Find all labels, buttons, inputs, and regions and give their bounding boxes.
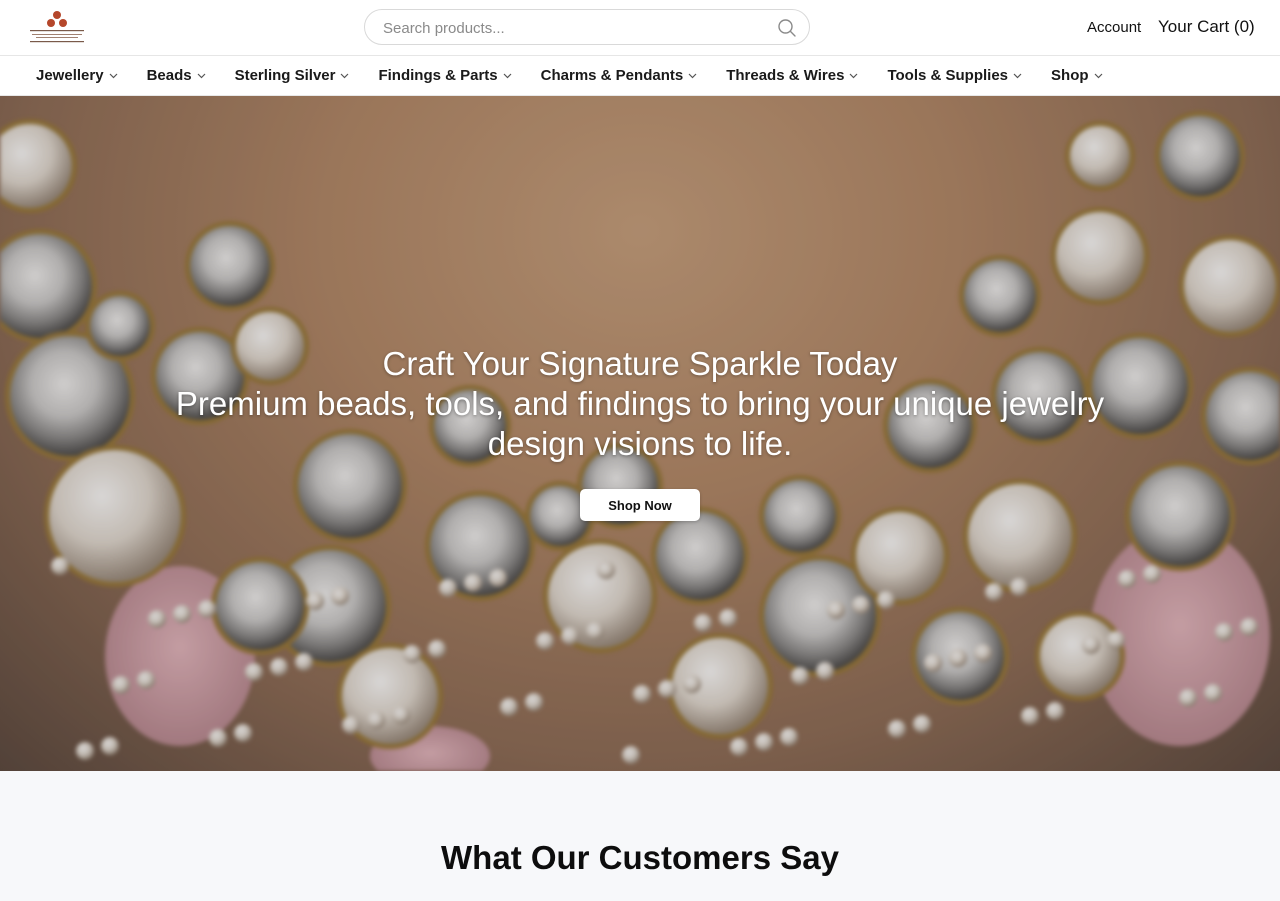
hero-banner: Craft Your Signature Sparkle Today Premi…	[0, 96, 1280, 771]
testimonials-heading: What Our Customers Say	[441, 839, 839, 876]
search-input[interactable]	[381, 10, 765, 46]
cart-link[interactable]: Your Cart (0)	[1158, 17, 1255, 37]
chevron-down-icon	[688, 73, 697, 78]
nav-item-label: Jewellery	[36, 67, 104, 84]
nav-item-threads-wires[interactable]: Threads & Wires	[726, 67, 858, 84]
site-header: Account Your Cart (0)	[0, 0, 1280, 56]
hero-text: Craft Your Signature Sparkle Today Premi…	[0, 344, 1280, 464]
chevron-down-icon	[341, 73, 349, 78]
nav-item-label: Beads	[146, 67, 192, 84]
nav-item-label: Sterling Silver	[234, 67, 336, 84]
chevron-down-icon	[1094, 73, 1102, 78]
chevron-down-icon	[1013, 73, 1022, 78]
main-nav: Jewellery Beads Sterling Silver Findings…	[0, 56, 1280, 96]
nav-item-label: Shop	[1051, 67, 1089, 84]
account-link[interactable]: Account	[1087, 19, 1141, 36]
nav-item-label: Tools & Supplies	[887, 67, 1009, 84]
chevron-down-icon	[197, 73, 206, 78]
search-bar	[364, 9, 810, 46]
hero-subtitle: Premium beads, tools, and findings to br…	[175, 385, 1105, 462]
nav-item-label: Threads & Wires	[726, 67, 845, 84]
nav-item-label: Findings & Parts	[378, 67, 498, 84]
testimonials-section: What Our Customers Say	[0, 771, 1280, 901]
brand-logo[interactable]	[28, 10, 86, 46]
nav-item-charms-pendants[interactable]: Charms & Pendants	[541, 67, 698, 84]
nav-item-tools-supplies[interactable]: Tools & Supplies	[887, 67, 1022, 84]
chevron-down-icon	[109, 73, 117, 78]
nav-item-label: Charms & Pendants	[540, 67, 684, 84]
nav-item-findings-parts[interactable]: Findings & Parts	[378, 67, 512, 84]
shop-now-button[interactable]: Shop Now	[580, 489, 700, 521]
nav-item-shop[interactable]: Shop	[1051, 67, 1103, 84]
search-icon[interactable]	[777, 18, 797, 38]
nav-item-beads[interactable]: Beads	[147, 67, 206, 84]
nav-item-sterling-silver[interactable]: Sterling Silver	[235, 67, 350, 84]
hero-title: Craft Your Signature Sparkle Today	[382, 345, 898, 382]
chevron-down-icon	[503, 73, 512, 78]
chevron-down-icon	[850, 73, 858, 78]
nav-item-jewellery[interactable]: Jewellery	[36, 67, 118, 84]
